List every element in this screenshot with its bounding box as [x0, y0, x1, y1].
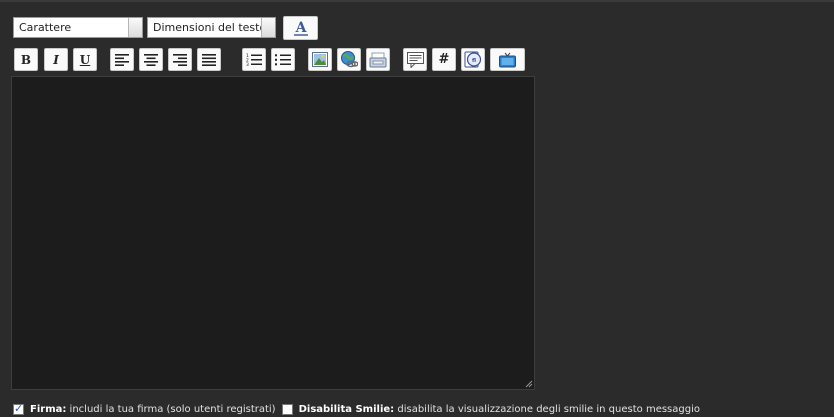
message-textarea[interactable]	[11, 76, 535, 390]
align-center-icon	[144, 53, 158, 66]
insert-image-button[interactable]	[308, 48, 332, 71]
code-icon: #	[438, 52, 450, 67]
text-color-icon: A	[293, 20, 308, 36]
align-left-button[interactable]	[110, 48, 134, 71]
bold-icon: B	[20, 52, 32, 67]
align-right-icon	[173, 53, 187, 66]
disable-smilies-description: disabilita la visualizzazione degli smil…	[397, 404, 700, 415]
underline-icon: U	[79, 52, 91, 67]
flash-icon: fl	[464, 51, 481, 68]
insert-quote-button[interactable]	[403, 48, 427, 71]
text-color-button[interactable]: A	[283, 16, 318, 40]
link-icon	[341, 51, 358, 68]
font-size-select-value: Dimensioni del testo	[153, 21, 267, 34]
svg-text:A: A	[294, 20, 307, 36]
svg-text:3: 3	[246, 62, 249, 66]
bold-button[interactable]: B	[14, 48, 38, 71]
signature-label: Firma:	[30, 404, 67, 415]
chevron-down-icon[interactable]	[261, 18, 275, 37]
justify-icon	[202, 53, 216, 66]
disable-smilies-label: Disabilita Smilie:	[298, 404, 395, 415]
disable-smilies-checkbox[interactable]	[281, 404, 293, 415]
underline-button[interactable]: U	[73, 48, 97, 71]
signature-checkbox[interactable]	[13, 402, 24, 415]
unordered-list-button[interactable]	[271, 48, 295, 71]
insert-flash-button[interactable]: fl	[461, 48, 485, 71]
insert-video-button[interactable]	[490, 48, 525, 71]
align-right-button[interactable]	[168, 48, 192, 71]
post-options: Firma: includi la tua firma (solo utenti…	[13, 402, 706, 415]
font-size-select[interactable]: Dimensioni del testo	[147, 17, 276, 38]
signature-description: includi la tua firma (solo utenti regist…	[69, 404, 276, 415]
ordered-list-icon: 1 2 3	[246, 53, 262, 66]
chevron-down-icon[interactable]	[128, 18, 142, 37]
email-icon	[369, 52, 387, 67]
justify-button[interactable]	[197, 48, 221, 71]
quote-icon	[406, 51, 424, 68]
italic-icon: I	[53, 52, 59, 67]
top-divider	[0, 0, 834, 2]
insert-link-button[interactable]	[337, 48, 361, 71]
svg-text:fl: fl	[471, 58, 475, 64]
align-left-icon	[115, 53, 129, 66]
italic-button[interactable]: I	[44, 48, 68, 71]
unordered-list-icon	[275, 54, 291, 66]
ordered-list-button[interactable]: 1 2 3	[242, 48, 266, 71]
video-icon	[499, 52, 516, 67]
font-family-select-value: Carattere	[19, 21, 72, 34]
font-family-select[interactable]: Carattere	[13, 17, 143, 38]
image-icon	[312, 52, 328, 67]
insert-code-button[interactable]: #	[432, 48, 456, 71]
resize-handle-icon[interactable]	[525, 380, 533, 388]
insert-email-button[interactable]	[366, 48, 390, 71]
align-center-button[interactable]	[139, 48, 163, 71]
